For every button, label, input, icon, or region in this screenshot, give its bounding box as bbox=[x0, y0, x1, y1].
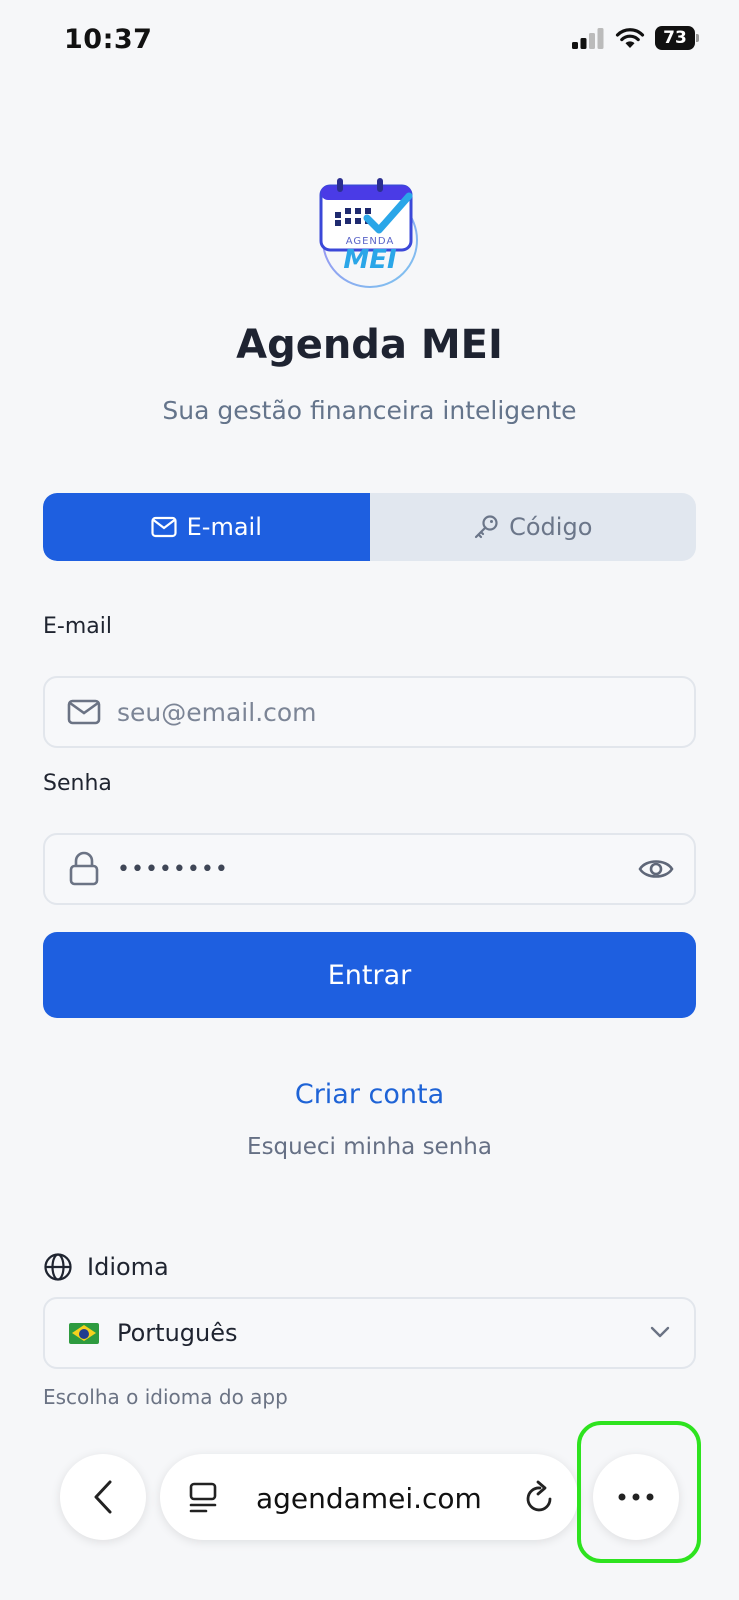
password-value: •••••••• bbox=[117, 856, 229, 882]
password-label: Senha bbox=[43, 771, 112, 796]
app-logo: AGENDA MEI bbox=[313, 172, 427, 294]
highlight-box bbox=[577, 1421, 701, 1563]
status-bar: 10:37 73 bbox=[0, 0, 739, 80]
app-title: Agenda MEI bbox=[236, 322, 503, 368]
language-label-text: Idioma bbox=[87, 1253, 169, 1281]
language-label: Idioma bbox=[43, 1252, 169, 1282]
email-label: E-mail bbox=[43, 614, 112, 639]
battery-indicator: 73 bbox=[655, 26, 699, 50]
lock-icon bbox=[69, 851, 99, 886]
app-subtitle: Sua gestão financeira inteligente bbox=[162, 396, 577, 425]
wifi-icon bbox=[615, 28, 645, 48]
reload-icon[interactable] bbox=[524, 1480, 556, 1514]
language-hint: Escolha o idioma do app bbox=[43, 1385, 288, 1409]
language-selected: Português bbox=[117, 1319, 238, 1347]
tab-code[interactable]: Código bbox=[370, 493, 697, 561]
password-field[interactable]: •••••••• bbox=[43, 833, 696, 905]
chevron-left-icon bbox=[94, 1480, 112, 1514]
mail-icon bbox=[67, 699, 101, 725]
address-bar[interactable]: agendamei.com bbox=[160, 1454, 578, 1540]
forgot-password-link[interactable]: Esqueci minha senha bbox=[0, 1134, 739, 1160]
battery-level: 73 bbox=[655, 26, 695, 50]
signal-icon bbox=[572, 28, 604, 49]
language-select[interactable]: Português bbox=[43, 1297, 696, 1369]
status-time: 10:37 bbox=[64, 24, 153, 55]
login-method-tabs: E-mail Código bbox=[43, 493, 696, 561]
tab-email-label: E-mail bbox=[186, 513, 262, 541]
email-field[interactable]: seu@email.com bbox=[43, 676, 696, 748]
globe-icon bbox=[44, 1253, 72, 1281]
key-icon bbox=[475, 515, 498, 539]
mail-icon bbox=[151, 516, 177, 538]
url-text: agendamei.com bbox=[256, 1482, 482, 1515]
status-icons: 73 bbox=[571, 26, 699, 50]
logo-text-bottom: MEI bbox=[343, 245, 397, 275]
tab-email[interactable]: E-mail bbox=[43, 493, 370, 561]
back-button[interactable] bbox=[60, 1454, 146, 1540]
email-placeholder: seu@email.com bbox=[117, 697, 317, 727]
chevron-down-icon bbox=[650, 1326, 670, 1338]
tab-code-label: Código bbox=[509, 513, 593, 541]
create-account-link[interactable]: Criar conta bbox=[0, 1079, 739, 1110]
login-button[interactable]: Entrar bbox=[43, 932, 696, 1018]
brazil-flag-icon bbox=[69, 1322, 99, 1344]
show-password-eye-icon[interactable] bbox=[638, 853, 674, 885]
reader-icon bbox=[189, 1482, 217, 1513]
